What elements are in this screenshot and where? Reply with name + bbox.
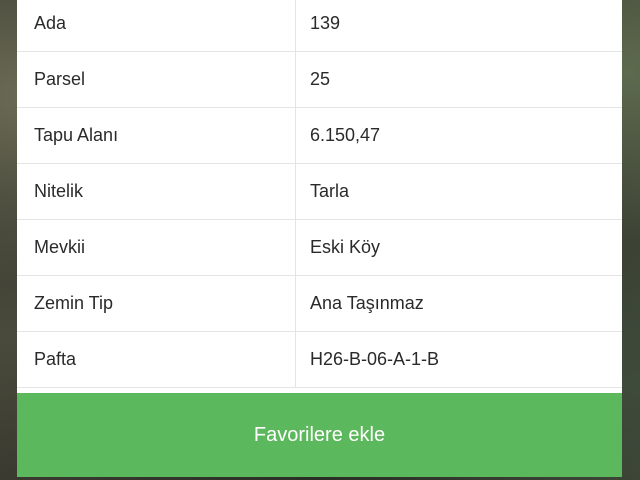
row-value: 139 (310, 13, 341, 33)
row-value: 25 (310, 69, 331, 89)
row-label: Tapu Alanı (17, 108, 296, 163)
row-label: Mevkii (17, 220, 296, 275)
row-value: Ana Taşınmaz (310, 293, 424, 313)
table-row-ada: Ada 139 (17, 0, 622, 52)
table-row-parsel: Parsel 25 (17, 52, 622, 108)
row-value: Eski Köy (310, 237, 381, 257)
add-to-favorites-button[interactable]: Favorilere ekle (17, 393, 622, 477)
row-label: Nitelik (17, 164, 296, 219)
table-row-pafta: Pafta H26-B-06-A-1-B (17, 332, 622, 388)
row-label: Zemin Tip (17, 276, 296, 331)
row-label: Ada (17, 0, 296, 51)
table-row-mevkii: Mevkii Eski Köy (17, 220, 622, 276)
table-row-tapu-alani: Tapu Alanı 6.150,47 (17, 108, 622, 164)
row-value: 6.150,47 (310, 125, 381, 145)
property-details-table: Ada 139 Parsel 25 Tapu Alanı 6.150,47 Ni… (17, 0, 622, 388)
row-value: H26-B-06-A-1-B (310, 349, 440, 369)
row-label: Parsel (17, 52, 296, 107)
property-details-panel: Ada 139 Parsel 25 Tapu Alanı 6.150,47 Ni… (17, 0, 622, 477)
table-row-nitelik: Nitelik Tarla (17, 164, 622, 220)
table-row-zemin-tip: Zemin Tip Ana Taşınmaz (17, 276, 622, 332)
row-label: Pafta (17, 332, 296, 387)
row-value: Tarla (310, 181, 350, 201)
